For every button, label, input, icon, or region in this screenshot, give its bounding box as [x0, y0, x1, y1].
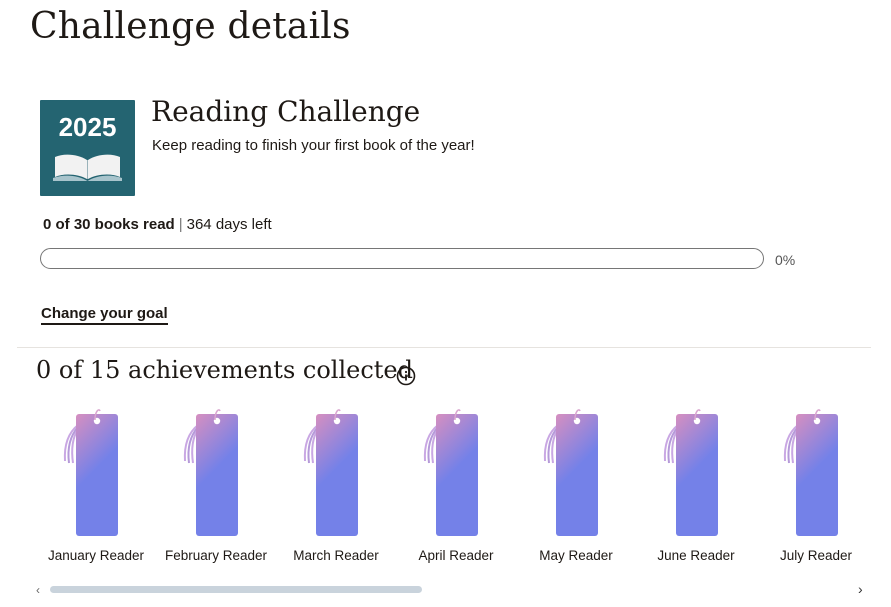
achievement-card[interactable]: May Reader [516, 405, 636, 570]
achievement-label: May Reader [539, 548, 613, 563]
chevron-left-icon[interactable]: ‹ [36, 583, 40, 597]
achievement-card[interactable]: June Reader [636, 405, 756, 570]
chevron-right-icon[interactable]: › [858, 581, 863, 597]
challenge-title: Reading Challenge [151, 95, 421, 128]
challenge-badge: 2025 [40, 100, 135, 196]
achievement-label: June Reader [657, 548, 735, 563]
days-left: 364 days left [186, 216, 272, 233]
bookmark-icon [663, 409, 718, 536]
progress-percent: 0% [775, 252, 796, 268]
bookmark-icon [783, 409, 838, 536]
change-goal-link[interactable]: Change your goal [41, 305, 168, 325]
achievements-heading: 0 of 15 achievements collected [36, 356, 413, 384]
achievement-card[interactable]: April Reader [396, 405, 516, 570]
info-icon[interactable] [396, 366, 416, 386]
achievement-label: March Reader [293, 548, 379, 563]
achievement-card[interactable]: March Reader [276, 405, 396, 570]
progress-separator: | [178, 216, 183, 233]
bookmark-icon [183, 409, 238, 536]
progress-summary: 0 of 30 books read | 364 days left [43, 216, 272, 233]
achievement-label: April Reader [418, 548, 494, 563]
carousel-scrollbar[interactable] [50, 586, 422, 593]
bookmark-icon [63, 409, 118, 536]
achievement-card[interactable]: January Reader [36, 405, 156, 570]
open-book-icon [53, 154, 122, 181]
achievement-label: January Reader [47, 548, 145, 563]
books-read-count: 0 of 30 books read [43, 216, 175, 233]
achievement-card[interactable]: February Reader [156, 405, 276, 570]
bookmark-icon [543, 409, 598, 536]
badge-year: 2025 [58, 112, 117, 142]
bookmark-icon [303, 409, 358, 536]
progress-bar [40, 248, 764, 269]
bookmark-icon [423, 409, 478, 536]
section-divider [17, 347, 871, 348]
challenge-subtitle: Keep reading to finish your first book o… [152, 137, 475, 154]
achievement-label: July Reader [779, 548, 853, 563]
achievement-card[interactable]: July Reader [756, 405, 876, 570]
achievement-label: February Reader [164, 548, 268, 563]
page-title: Challenge details [30, 6, 351, 47]
